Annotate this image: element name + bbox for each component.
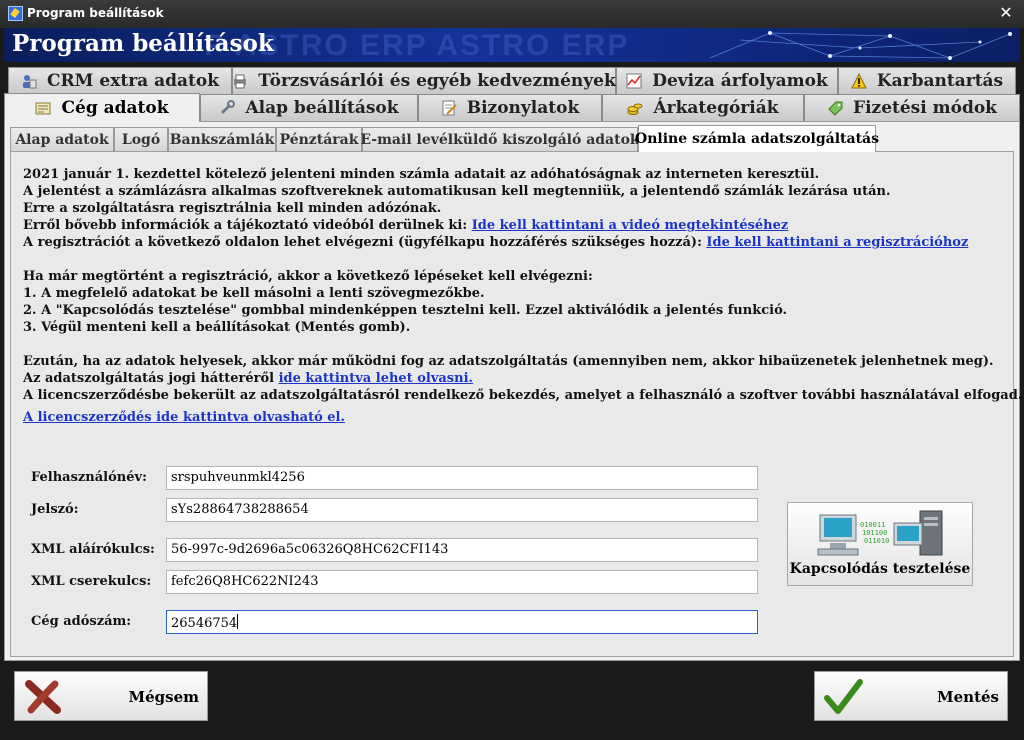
password-label: Jelszó: (31, 502, 79, 517)
tab-loyalty-discounts[interactable]: Törzsvásárlói és egyéb kedvezmények (232, 67, 616, 94)
tab-row-bottom: Cég adatok Alap beállítások Bizonylatok … (4, 93, 1020, 122)
video-info-text: Erről bővebb információk a tájékoztató v… (23, 218, 468, 233)
tab-logo[interactable]: Logó (114, 127, 168, 151)
username-label: Felhasználónév: (31, 470, 147, 485)
coins-icon (627, 100, 643, 116)
page-title: Program beállítások (12, 30, 274, 57)
step-1: 1. A megfelelő adatokat be kell másolni … (23, 286, 485, 301)
tab-label: Cég adatok (61, 98, 169, 118)
signing-key-field[interactable]: 56-997c-9d2696a5c06326Q8HC62CFI143 (166, 538, 758, 562)
tab-bank-accounts[interactable]: Bankszámlák (168, 127, 276, 151)
tab-label: Fizetési módok (853, 98, 997, 118)
online-invoice-content: 2021 január 1. kezdettel kötelező jelent… (10, 151, 1022, 657)
app-icon (8, 6, 23, 21)
step-3: 3. Végül menteni kell a beállításokat (M… (23, 320, 411, 335)
after-line-1: Ezután, ha az adatok helyesek, akkor már… (23, 354, 994, 369)
tab-label: Törzsvásárlói és egyéb kedvezmények (258, 71, 616, 91)
settings-window: Program beállítások ✕ P ASTRO ERP ASTRO … (0, 0, 1024, 740)
info-line-5: A regisztrációt a következő oldalon lehe… (23, 234, 968, 251)
svg-text:010011: 010011 (860, 521, 885, 529)
save-label: Mentés (937, 688, 999, 706)
tab-crm-extra[interactable]: CRM extra adatok (8, 67, 232, 94)
wrench-icon (219, 100, 236, 116)
license-link[interactable]: A licencszerződés ide kattintva olvashat… (23, 410, 345, 425)
network-computers-icon: 010011101100011010 (817, 510, 943, 556)
text-caret (237, 614, 239, 629)
exchange-key-field[interactable]: fefc26Q8HC622NI243 (166, 570, 758, 594)
tab-exchange-rates[interactable]: Deviza árfolyamok (616, 67, 838, 94)
save-button[interactable]: Mentés (814, 671, 1008, 721)
after-line-2: Az adatszolgáltatás jogi hátteréről ide … (23, 370, 473, 387)
legal-background-link[interactable]: ide kattintva lehet olvasni. (279, 371, 473, 386)
cancel-x-icon (25, 680, 61, 714)
tab-cash-registers[interactable]: Pénztárak (276, 127, 362, 151)
tax-number-field[interactable]: 26546754 (166, 610, 758, 634)
tab-row-top: CRM extra adatok Törzsvásárlói és egyéb … (4, 67, 1020, 94)
svg-text:101100: 101100 (862, 529, 887, 537)
cancel-label: Mégsem (128, 688, 200, 706)
after-line-3: A licencszerződésbe bekerült az adatszol… (23, 388, 1023, 403)
tab-basic-settings[interactable]: Alap beállítások (200, 94, 418, 121)
info-line-2: A jelentést a számlázásra alkalmas szoft… (23, 184, 891, 199)
tab-label: Alap beállítások (245, 98, 399, 118)
tab-documents[interactable]: Bizonylatok (418, 94, 602, 121)
warning-icon (851, 72, 867, 89)
step-2: 2. A "Kapcsolódás tesztelése" gombbal mi… (23, 303, 788, 318)
tab-payment-methods[interactable]: Fizetési módok (804, 94, 1020, 121)
tab-price-categories[interactable]: Árkategóriák (602, 94, 804, 121)
svg-text:011010: 011010 (864, 537, 889, 545)
tax-number-value: 26546754 (171, 616, 238, 631)
test-connection-button[interactable]: 010011 101100 011010 Kapcsolódás tesztelés… (787, 502, 973, 586)
tab-label: Bizonylatok (466, 98, 580, 118)
tab-label: Deviza árfolyamok (652, 71, 828, 91)
license-line: A licencszerződés ide kattintva olvashat… (23, 409, 345, 426)
tab-maintenance[interactable]: Karbantartás (838, 67, 1016, 94)
network-decoration-icon (709, 31, 1012, 60)
company-doc-icon (35, 100, 51, 116)
company-data-panel: Alap adatok Logó Bankszámlák Pénztárak E… (4, 121, 1022, 661)
signing-key-label: XML aláírókulcs: (31, 542, 155, 557)
video-link[interactable]: Ide kell kattintani a videó megtekintésé… (472, 218, 789, 233)
tab-label: CRM extra adatok (47, 71, 219, 91)
cancel-button[interactable]: Mégsem (14, 671, 208, 721)
tab-label: Karbantartás (876, 71, 1004, 91)
tab-basic-data[interactable]: Alap adatok (10, 127, 114, 151)
header-banner: P ASTRO ERP ASTRO ERP Program beállításo… (4, 28, 1020, 62)
tab-label: Árkategóriák (653, 98, 779, 118)
checkmark-icon (824, 679, 863, 714)
payment-tag-icon (827, 100, 843, 116)
tab-company-data[interactable]: Cég adatok (4, 93, 200, 122)
info-line-1: 2021 január 1. kezdettel kötelező jelent… (23, 167, 820, 182)
steps-intro: Ha már megtörtént a regisztráció, akkor … (23, 269, 593, 284)
title-bar: Program beállítások ✕ (0, 0, 1024, 28)
document-edit-icon (441, 100, 457, 116)
tab-email-server[interactable]: E-mail levélküldő kiszolgáló adatok (360, 127, 640, 151)
close-icon[interactable]: ✕ (996, 3, 1016, 23)
exchange-key-label: XML cserekulcs: (31, 574, 152, 589)
test-connection-label: Kapcsolódás tesztelése (789, 561, 971, 577)
tab-online-invoice[interactable]: Online számla adatszolgáltatás (635, 125, 879, 152)
printer-icon (232, 73, 248, 89)
registration-link[interactable]: Ide kell kattintani a regisztrációhoz (706, 235, 968, 250)
info-line-4: Erről bővebb információk a tájékoztató v… (23, 217, 788, 234)
inner-tab-bar: Alap adatok Logó Bankszámlák Pénztárak E… (10, 125, 1014, 152)
legal-info-text: Az adatszolgáltatás jogi hátteréről (23, 371, 275, 386)
password-field[interactable]: sYs28864738288654 (166, 498, 758, 522)
chart-icon (626, 73, 642, 89)
username-field[interactable]: srspuhveunmkl4256 (166, 466, 758, 490)
tax-number-label: Cég adószám: (31, 614, 132, 629)
user-card-icon (21, 73, 37, 89)
window-title: Program beállítások (27, 6, 164, 20)
registration-info-text: A regisztrációt a következő oldalon lehe… (23, 235, 702, 250)
info-line-3: Erre a szolgáltatásra regisztrálnia kell… (23, 201, 442, 216)
